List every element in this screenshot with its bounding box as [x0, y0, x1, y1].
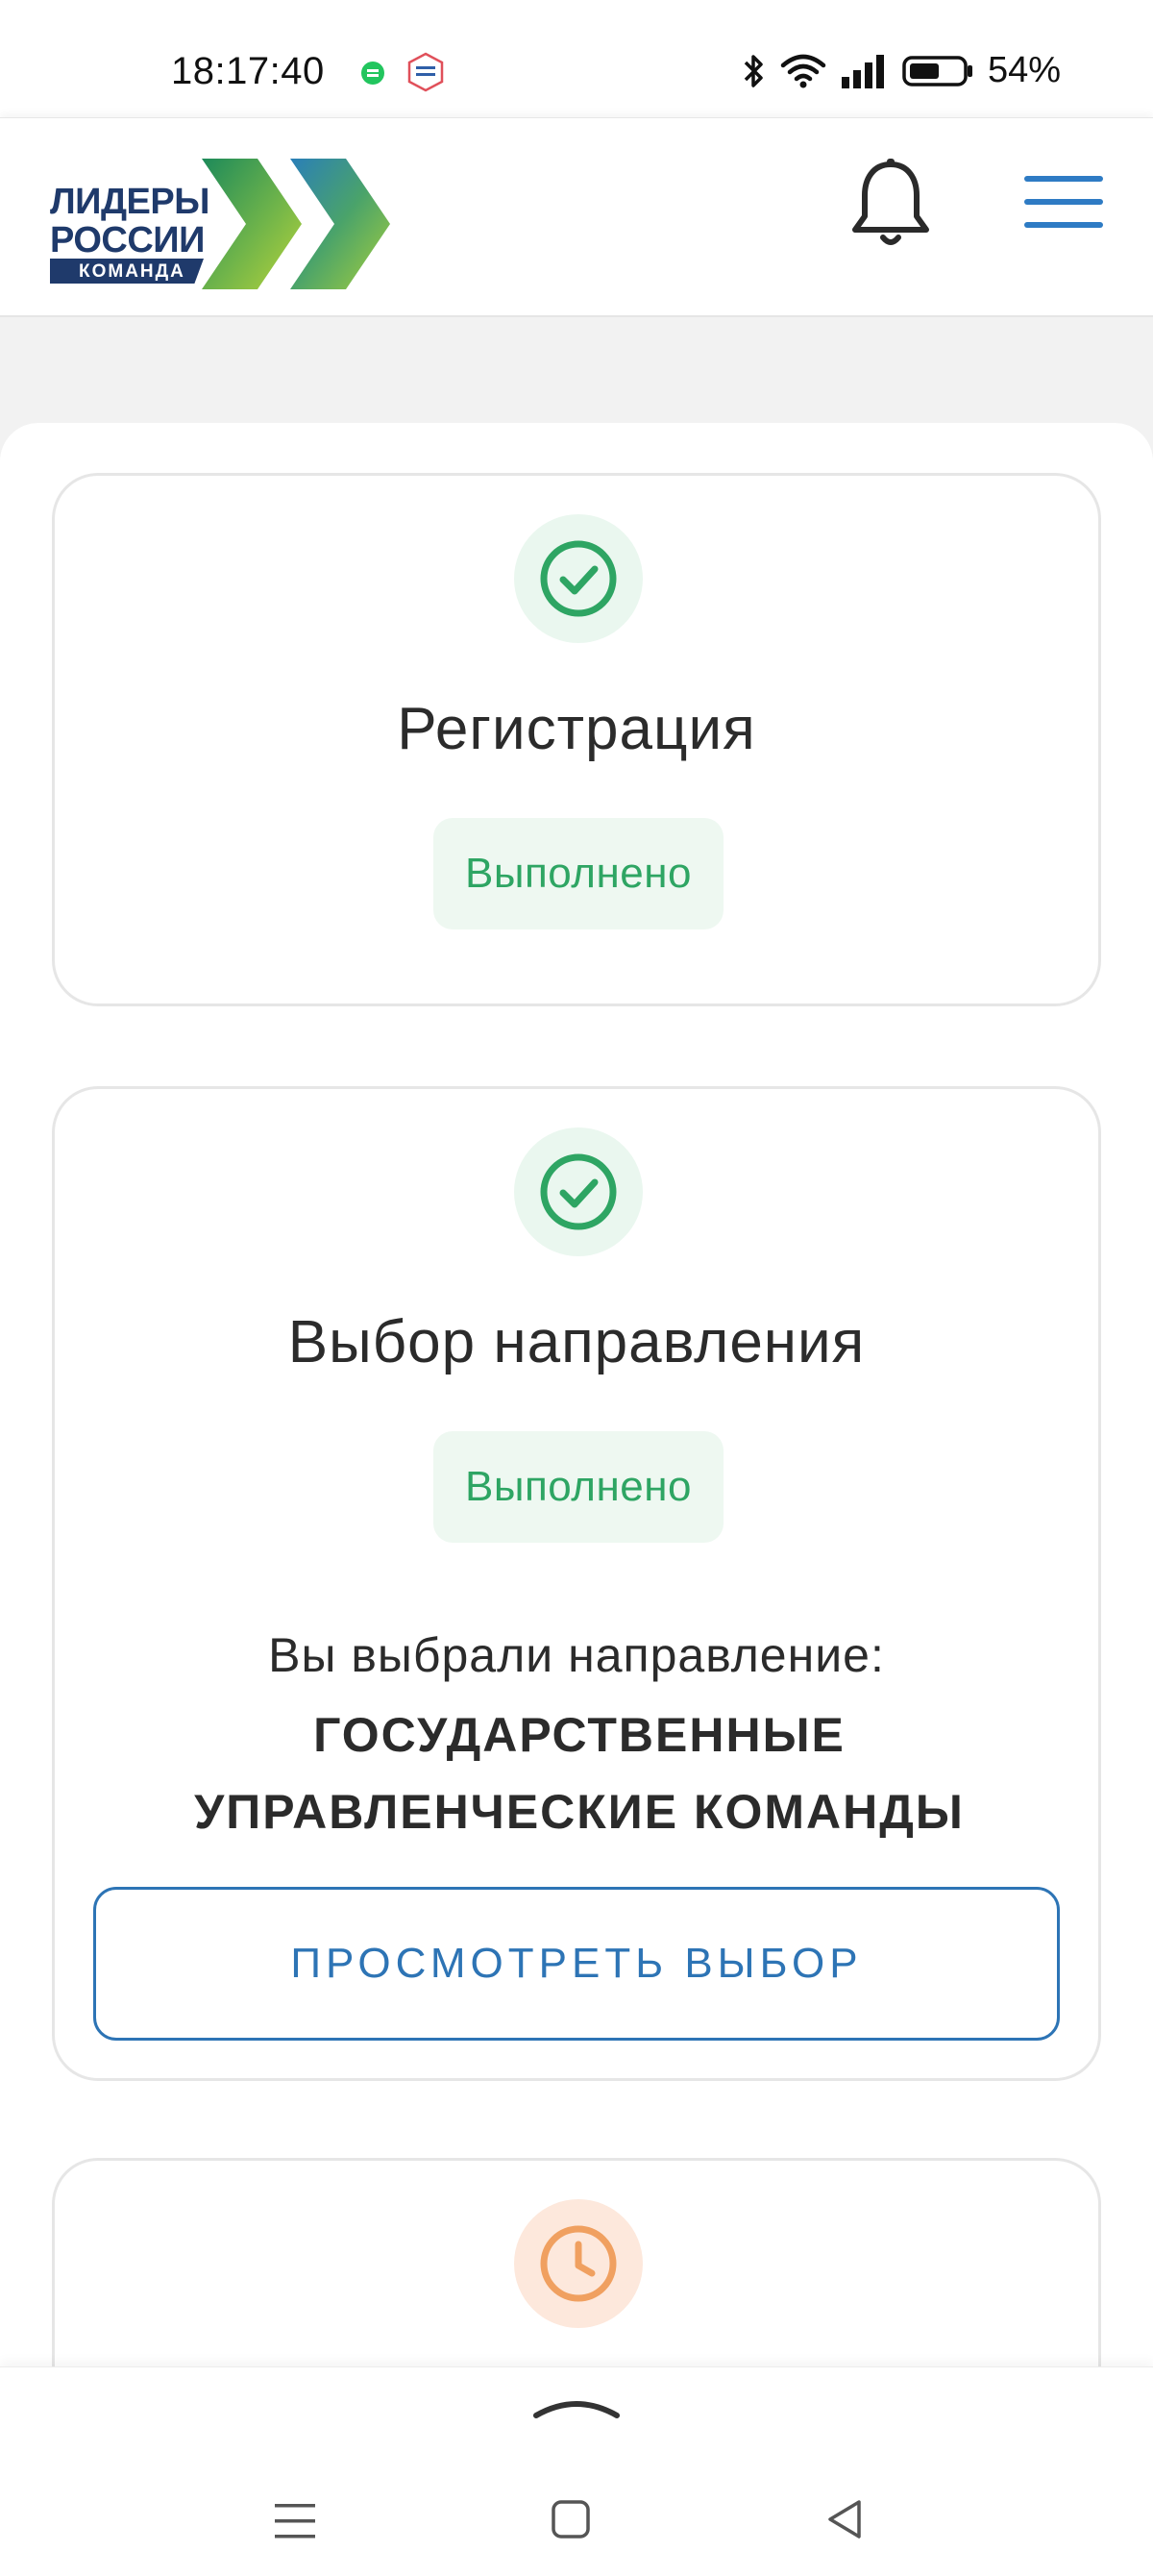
- home-icon[interactable]: [550, 2498, 592, 2540]
- signal-icon: [841, 54, 884, 88]
- logo-line-2: РОССИИ: [50, 220, 205, 260]
- check-circle-icon: [514, 1127, 643, 1256]
- system-navigation-bar: [0, 2366, 1153, 2576]
- wifi-icon: [780, 54, 826, 87]
- choice-label: Вы выбрали направление:: [268, 1628, 885, 1682]
- bell-icon[interactable]: [847, 157, 934, 253]
- choice-value-line-1: ГОСУДАРСТВЕННЫЕ: [313, 1708, 846, 1762]
- view-choice-button[interactable]: ПРОСМОТРЕТЬ ВЫБОР: [93, 1887, 1060, 2041]
- status-right: 54%: [742, 50, 1061, 91]
- choice-value-line-2: УПРАВЛЕНЧЕСКИЕ КОМАНДЫ: [194, 1785, 965, 1839]
- bluetooth-icon: [744, 54, 763, 87]
- gosuslugi-icon: [407, 52, 444, 92]
- step-card-registration: Регистрация Выполнено: [52, 473, 1101, 1006]
- step-title: Выбор направления: [287, 1309, 866, 1375]
- back-icon[interactable]: [822, 2496, 865, 2542]
- check-circle-icon: [514, 514, 643, 643]
- logo-ribbon-text: КОМАНДА: [79, 261, 185, 282]
- app-header: ЛИДЕРЫ РОССИИ КОМАНДА: [0, 117, 1153, 317]
- status-badge: Выполнено: [433, 1431, 724, 1543]
- logo[interactable]: ЛИДЕРЫ РОССИИ КОМАНДА: [50, 137, 396, 289]
- battery-percent: 54%: [987, 50, 1061, 90]
- recent-apps-icon[interactable]: [273, 2500, 317, 2542]
- step-card-direction: Выбор направления Выполнено Вы выбрали н…: [52, 1086, 1101, 2081]
- logo-line-1: ЛИДЕРЫ: [50, 182, 209, 222]
- status-time: 18:17:40: [171, 50, 325, 92]
- chevron-up-icon[interactable]: [530, 2389, 623, 2423]
- logo-chevrons-icon: [202, 159, 390, 289]
- status-badge: Выполнено: [433, 818, 724, 929]
- logo-ribbon: КОМАНДА: [50, 259, 204, 284]
- chat-app-icon: [361, 62, 384, 85]
- status-bar: 18:17:40 54%: [0, 0, 1153, 117]
- clock-icon: [514, 2199, 643, 2328]
- hamburger-menu-icon[interactable]: [1024, 176, 1103, 232]
- battery-icon: [902, 55, 972, 87]
- step-title: Регистрация: [397, 696, 756, 762]
